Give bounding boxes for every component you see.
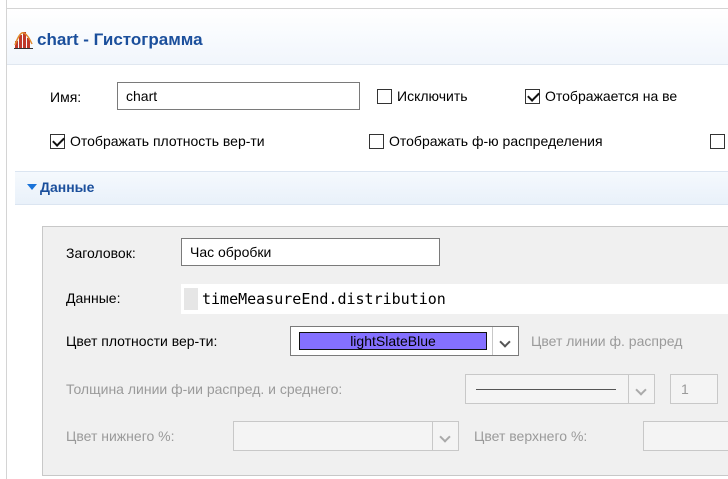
data-section-header[interactable] bbox=[15, 171, 728, 205]
data-expression-field[interactable]: timeMeasureEnd.distribution bbox=[181, 284, 728, 314]
color-swatch: lightSlateBlue bbox=[299, 332, 487, 350]
data-section-title[interactable]: Данные bbox=[40, 179, 94, 195]
title-separator bbox=[7, 64, 728, 65]
show-distribution-label: Отображать ф-ю распределения bbox=[389, 133, 603, 149]
lower-color-combo[interactable] bbox=[233, 421, 459, 451]
name-field[interactable]: chart bbox=[117, 82, 360, 110]
chevron-down-icon[interactable] bbox=[432, 422, 458, 450]
exclude-checkbox[interactable] bbox=[377, 89, 392, 104]
window-title: chart - Гистограмма bbox=[37, 30, 203, 49]
chevron-down-icon[interactable] bbox=[628, 375, 654, 403]
editor-left-border bbox=[6, 0, 7, 479]
caption-field[interactable]: Час обробки bbox=[181, 238, 440, 266]
histogram-chart-icon bbox=[14, 30, 34, 50]
lower-color-label: Цвет нижнего %: bbox=[66, 428, 175, 444]
caption-label: Заголовок: bbox=[66, 245, 136, 261]
line-width-value: 1 bbox=[681, 381, 689, 397]
visible-checkbox[interactable] bbox=[525, 89, 540, 104]
line-width-label: Толщина линии ф-ии распред. и среднего: bbox=[66, 381, 343, 397]
distribution-line-color-label: Цвет линии ф. распред bbox=[531, 333, 683, 349]
exclude-label: Исключить bbox=[397, 88, 468, 104]
line-style-preview bbox=[476, 389, 616, 390]
show-density-label: Отображать плотность вер-ти bbox=[70, 133, 265, 149]
density-color-label: Цвет плотности вер-ти: bbox=[66, 333, 218, 349]
visible-label: Отображается на ве bbox=[545, 88, 678, 104]
data-expression-value: timeMeasureEnd.distribution bbox=[202, 290, 446, 308]
density-color-combo[interactable]: lightSlateBlue bbox=[290, 326, 519, 356]
chevron-down-icon[interactable] bbox=[492, 327, 518, 355]
chevron-down-icon[interactable] bbox=[27, 184, 37, 190]
line-style-combo[interactable] bbox=[465, 374, 655, 404]
line-width-spinner[interactable]: 1 bbox=[670, 374, 718, 404]
name-label: Имя: bbox=[50, 89, 82, 105]
density-color-value: lightSlateBlue bbox=[350, 333, 436, 349]
upper-color-label: Цвет верхнего %: bbox=[474, 428, 588, 444]
extra-checkbox[interactable] bbox=[710, 134, 725, 149]
upper-color-combo[interactable] bbox=[643, 421, 728, 451]
code-marker-icon bbox=[184, 288, 198, 310]
show-distribution-checkbox[interactable] bbox=[369, 134, 384, 149]
data-label: Данные: bbox=[66, 290, 121, 306]
show-density-checkbox[interactable] bbox=[50, 134, 65, 149]
